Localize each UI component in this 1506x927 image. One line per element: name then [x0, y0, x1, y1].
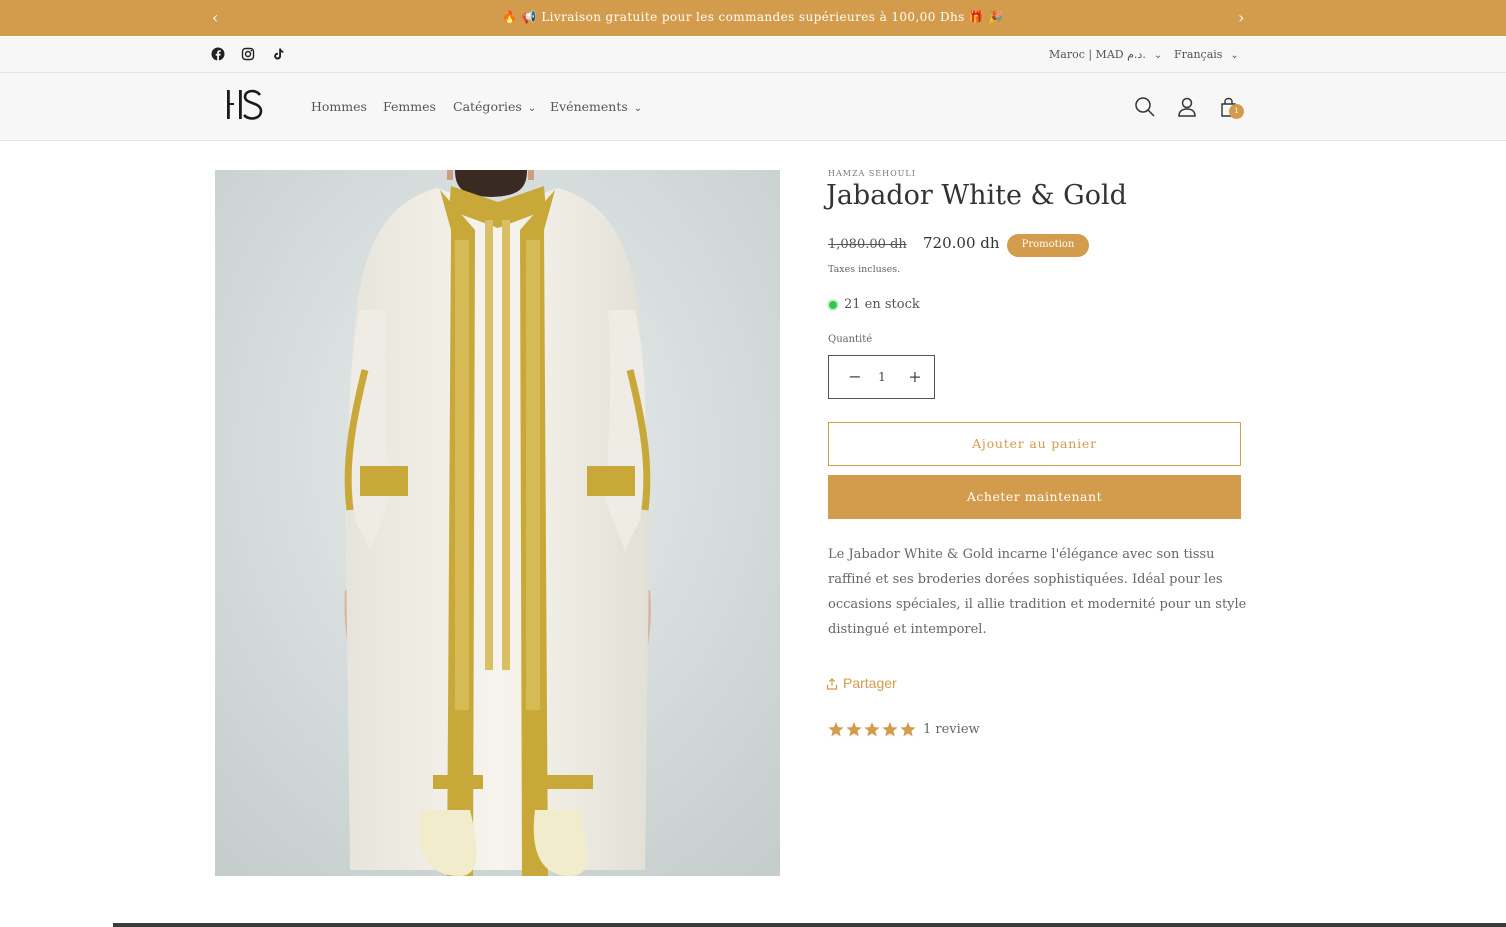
nav-label: Hommes	[311, 99, 367, 114]
country-label: Maroc | MAD د.م.	[1049, 48, 1146, 61]
language-label: Français	[1174, 48, 1223, 61]
section-divider	[113, 923, 1506, 927]
language-selector[interactable]: Français ⌄	[1174, 37, 1239, 73]
cart-count-badge: 1	[1229, 104, 1244, 119]
nav-label: Evénements	[550, 99, 628, 114]
nav-item-hommes[interactable]: Hommes	[311, 73, 367, 140]
review-count-link[interactable]: 1 review	[923, 722, 980, 737]
add-to-cart-button[interactable]: Ajouter au panier	[828, 422, 1241, 466]
nav-label: Catégories	[453, 99, 522, 114]
site-header: Hommes Femmes Catégories ⌄ Evénements ⌄	[0, 73, 1506, 141]
buy-now-button[interactable]: Acheter maintenant	[828, 475, 1241, 519]
stock-status: 21 en stock	[844, 297, 920, 312]
facebook-icon[interactable]	[211, 47, 225, 61]
account-icon[interactable]	[1176, 96, 1198, 118]
product-title: Jabador White & Gold	[826, 180, 1127, 211]
announcement-bar: ‹ 🔥 📢 Livraison gratuite pour les comman…	[0, 0, 1506, 36]
rating-stars[interactable]	[827, 720, 919, 740]
promotion-badge: Promotion	[1007, 234, 1089, 257]
nav-item-evenements[interactable]: Evénements ⌄	[550, 73, 642, 142]
sale-price: 720.00 dh	[923, 234, 1000, 252]
utility-bar: Maroc | MAD د.م. ⌄ Français ⌄	[0, 37, 1506, 73]
product-description: Le Jabador White & Gold incarne l'élégan…	[828, 547, 1247, 637]
tiktok-icon[interactable]	[271, 47, 285, 61]
nav-item-categories[interactable]: Catégories ⌄	[453, 73, 536, 142]
chevron-down-icon: ⌄	[633, 103, 643, 114]
chevron-down-icon: ⌄	[527, 103, 537, 114]
announcement-next-button[interactable]: ›	[1238, 0, 1244, 36]
quantity-decrease-button[interactable]: −	[839, 356, 871, 398]
country-selector[interactable]: Maroc | MAD د.م. ⌄	[1049, 37, 1162, 73]
hs-monogram-logo[interactable]	[225, 87, 265, 127]
search-icon[interactable]	[1134, 96, 1156, 118]
product-vendor: HAMZA SEHOULI	[828, 169, 916, 178]
quantity-stepper: − 1 +	[828, 355, 935, 399]
taxes-note: Taxes incluses.	[828, 264, 901, 275]
quantity-increase-button[interactable]: +	[899, 356, 931, 398]
instagram-icon[interactable]	[241, 47, 255, 61]
in-stock-indicator-icon	[829, 301, 837, 309]
nav-item-femmes[interactable]: Femmes	[383, 73, 436, 140]
announcement-text: 🔥 📢 Livraison gratuite pour les commande…	[502, 10, 1004, 24]
quantity-label: Quantité	[828, 334, 873, 345]
quantity-input[interactable]: 1	[871, 356, 893, 399]
nav-label: Femmes	[383, 99, 436, 114]
chevron-down-icon: ⌄	[1230, 50, 1239, 61]
share-label: Partager	[843, 675, 897, 691]
share-icon	[826, 678, 838, 690]
chevron-down-icon: ⌄	[1153, 50, 1163, 61]
product-image[interactable]	[215, 170, 780, 876]
compare-price: 1,080.00 dh	[828, 237, 907, 252]
share-button[interactable]: Partager	[826, 675, 897, 691]
star-icon	[828, 722, 916, 737]
